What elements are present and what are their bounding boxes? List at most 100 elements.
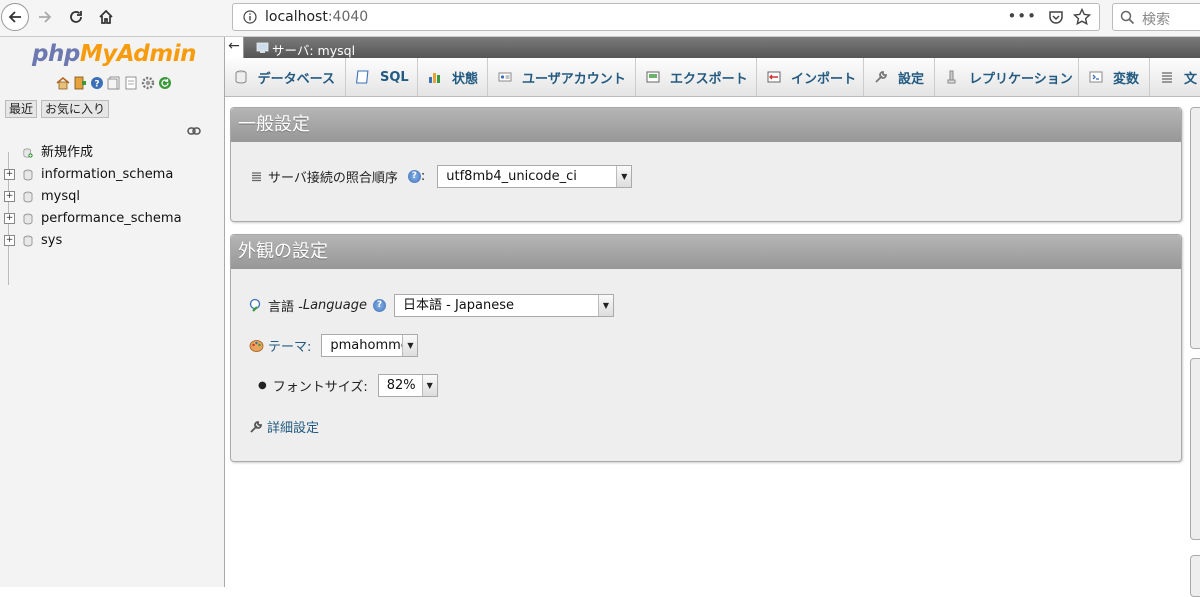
phpmyadmin-logo[interactable]: phpMyAdmin <box>32 41 196 67</box>
chevron-down-icon: ▼ <box>597 295 613 316</box>
tab-import[interactable]: インポート <box>757 58 864 96</box>
url-port: :4040 <box>327 9 369 25</box>
logout-icon[interactable] <box>73 76 87 90</box>
server-breadcrumb-link[interactable]: サーバ: mysql <box>272 40 355 59</box>
browser-toolbar: localhost:4040 ••• 検索 <box>0 0 1200 37</box>
expand-icon[interactable]: + <box>4 191 15 202</box>
appearance-settings-panel: 外観の設定 言語 - Language ? 日本語 - Japanese ▼ テ… <box>230 234 1182 462</box>
adjacent-panel-edge <box>1190 358 1200 540</box>
replication-icon <box>945 70 959 84</box>
help-icon[interactable]: ? <box>407 170 421 183</box>
back-button[interactable] <box>1 3 29 31</box>
pocket-icon[interactable] <box>1048 9 1064 25</box>
docs-sql-icon[interactable] <box>124 76 138 90</box>
info-icon[interactable] <box>243 10 257 24</box>
import-icon <box>767 70 781 84</box>
adjacent-panel-edge <box>1190 107 1200 349</box>
tab-settings[interactable]: 設定 <box>864 58 936 96</box>
link-with-main-icon[interactable] <box>187 126 201 136</box>
list-icon <box>252 172 261 182</box>
theme-link[interactable]: テーマ: <box>268 336 311 355</box>
help-icon[interactable]: ? <box>372 299 386 312</box>
expand-icon[interactable]: + <box>4 235 15 246</box>
tab-sql[interactable]: SQL <box>346 58 418 96</box>
help-icon[interactable]: ? <box>90 76 104 90</box>
top-menu: データベース SQL 状態 ユーザアカウント エクスポート インポート 設定 レ… <box>225 58 1200 97</box>
tree-item-label: performance_schema <box>41 211 182 226</box>
expand-icon[interactable]: + <box>4 169 15 180</box>
url-host: localhost <box>265 9 328 25</box>
language-icon <box>249 298 261 312</box>
bullet-icon: ● <box>258 380 267 391</box>
tab-replication[interactable]: レプリケーション <box>935 58 1080 96</box>
forward-button[interactable] <box>32 4 58 30</box>
language-label: 言語 - <box>268 300 303 315</box>
settings-gear-icon[interactable] <box>141 76 155 90</box>
user-accounts-icon <box>498 70 512 84</box>
search-bar[interactable]: 検索 <box>1112 3 1200 31</box>
wrench-icon <box>874 70 888 84</box>
chevron-down-icon: ▼ <box>421 375 437 396</box>
tree-item-label: 新規作成 <box>41 145 94 160</box>
nav-icon-bar: ? <box>56 76 172 90</box>
expand-icon[interactable]: + <box>4 213 15 224</box>
tab-export[interactable]: エクスポート <box>636 58 757 96</box>
home-icon[interactable] <box>56 76 70 90</box>
wrench-icon <box>250 420 262 433</box>
database-tree: 新規作成 + information_schema + mysql + perf… <box>4 142 182 252</box>
reload-navigation-icon[interactable] <box>158 76 172 90</box>
theme-palette-icon <box>249 339 264 352</box>
tab-recent[interactable]: 最近 <box>5 100 38 118</box>
reload-button[interactable] <box>63 4 89 30</box>
back-arrow-icon <box>8 11 21 23</box>
export-icon <box>646 70 660 84</box>
advanced-settings-link[interactable]: 詳細設定 <box>267 417 319 436</box>
tree-item-database[interactable]: + information_schema <box>4 164 182 186</box>
page-actions-button[interactable]: ••• <box>1007 7 1037 25</box>
database-icon <box>23 191 33 203</box>
server-icon <box>256 42 269 53</box>
tree-item-label: sys <box>41 233 63 248</box>
search-icon <box>1120 10 1135 25</box>
navigation-panel: phpMyAdmin ? 最近 お気に入り 新規作成 + information… <box>0 37 225 587</box>
tab-status[interactable]: 状態 <box>418 58 488 96</box>
server-breadcrumb-bar: ← サーバ: mysql <box>225 37 1200 58</box>
tree-item-database[interactable]: + performance_schema <box>4 208 182 230</box>
panel-title: 外観の設定 <box>231 235 1181 269</box>
home-button[interactable] <box>93 4 119 30</box>
database-icon <box>235 70 248 84</box>
home-icon <box>99 9 113 24</box>
font-size-row: ● フォントサイズ: 82% ▼ <box>258 374 438 397</box>
chevron-down-icon: ▼ <box>616 166 632 187</box>
tree-item-new[interactable]: 新規作成 <box>4 142 182 164</box>
collation-select[interactable]: utf8mb4_unicode_ci ▼ <box>437 165 633 188</box>
language-label-en: Language <box>302 298 367 313</box>
database-icon <box>23 213 33 225</box>
collapse-navigation-button[interactable]: ← <box>225 37 244 58</box>
collation-label: サーバ接続の照合順序 <box>268 171 398 186</box>
theme-select[interactable]: pmahomme ▼ <box>321 334 419 357</box>
tab-variables[interactable]: 変数 <box>1079 58 1151 96</box>
documentation-icon[interactable] <box>107 76 121 90</box>
charsets-icon <box>1160 70 1174 84</box>
adjacent-panel-edge <box>1190 555 1200 597</box>
tree-item-database[interactable]: + sys <box>4 230 182 252</box>
panel-title: 一般設定 <box>231 108 1181 142</box>
chevron-down-icon: ▼ <box>402 335 418 356</box>
database-icon <box>23 235 33 247</box>
url-bar[interactable]: localhost:4040 ••• <box>232 3 1100 31</box>
tab-charsets[interactable]: 文 <box>1150 58 1200 96</box>
search-placeholder: 検索 <box>1142 12 1170 28</box>
language-select[interactable]: 日本語 - Japanese ▼ <box>393 294 614 317</box>
tree-item-label: information_schema <box>41 167 174 182</box>
tab-user-accounts[interactable]: ユーザアカウント <box>488 58 636 96</box>
bookmark-star-icon[interactable] <box>1073 8 1091 26</box>
nav-tabs: 最近 お気に入り <box>5 100 110 118</box>
general-settings-panel: 一般設定 サーバ接続の照合順序 ? : utf8mb4_unicode_ci ▼ <box>230 107 1182 222</box>
font-size-select[interactable]: 82% ▼ <box>377 374 438 397</box>
tree-item-database[interactable]: + mysql <box>4 186 182 208</box>
tab-favorites[interactable]: お気に入り <box>41 100 110 118</box>
tab-databases[interactable]: データベース <box>225 58 346 96</box>
forward-arrow-icon <box>39 11 52 23</box>
advanced-settings-row: 詳細設定 <box>249 417 319 436</box>
